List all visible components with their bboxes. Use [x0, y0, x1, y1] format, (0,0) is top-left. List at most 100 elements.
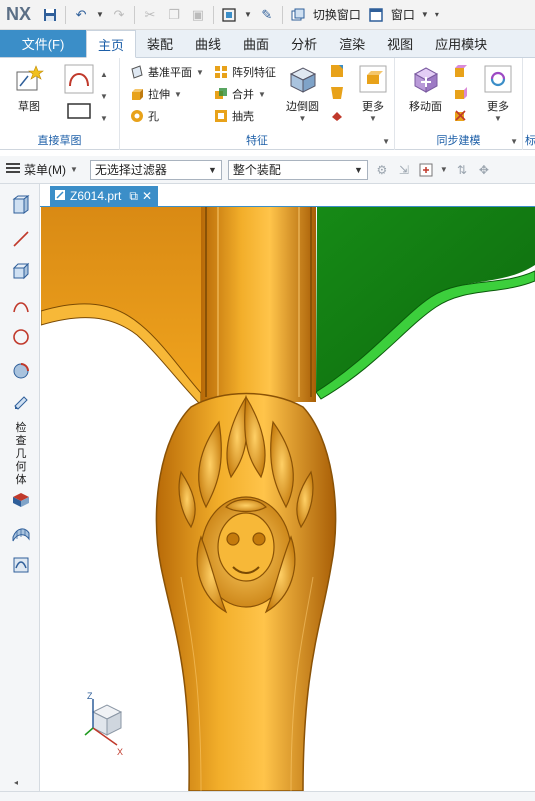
switch-window-icon[interactable] [289, 6, 307, 24]
pattern-feature-icon [214, 65, 228, 79]
resource-bar-collapse-icon[interactable]: ◂ [14, 778, 18, 787]
undo-icon[interactable]: ↶ [72, 6, 90, 24]
edge-blend-dropdown-icon[interactable]: ▼ [299, 114, 307, 123]
menu-button[interactable]: 菜单(M) ▼ [6, 161, 78, 178]
snap-point-icon[interactable]: ⚙ [374, 162, 390, 178]
customize-dropdown-icon[interactable]: ▾ [435, 10, 439, 19]
triad-z-label: Z [87, 691, 93, 701]
sketch-scroll-up-icon[interactable]: ▲ [100, 70, 108, 79]
trim-body-button[interactable] [330, 108, 344, 122]
swept-surface-icon[interactable] [10, 554, 32, 576]
sync-more-dropdown-icon[interactable]: ▼ [494, 114, 502, 123]
delete-face-button[interactable] [453, 108, 467, 122]
chamfer-button[interactable] [330, 64, 344, 78]
sync-group-dropdown-icon[interactable]: ▼ [510, 137, 518, 146]
feature-more-dropdown-icon[interactable]: ▼ [369, 114, 377, 123]
pattern-feature-button[interactable]: 阵列特征 [214, 64, 276, 80]
tab-home[interactable]: 主页 [86, 30, 137, 58]
close-tab-icon[interactable]: ✕ [142, 189, 152, 203]
hole-icon [130, 109, 144, 123]
check-geometry-vertical-label[interactable]: 检查几何体 [14, 422, 28, 487]
trim-body-icon [330, 108, 344, 122]
arc-icon[interactable] [10, 296, 32, 318]
sync-more-button[interactable]: 更多 ▼ [483, 64, 513, 123]
extrude-icon [130, 87, 144, 101]
selection-filter-bar: 菜单(M) ▼ 无选择过滤器 ▼ 整个装配 ▼ ⚙ ⇲ ▼ ⇅ ✥ [0, 156, 535, 184]
toolbar-divider [65, 5, 67, 24]
undo-dropdown-icon[interactable]: ▼ [96, 10, 104, 19]
edge-blend-button[interactable]: 边倒圆 ▼ [286, 64, 319, 123]
type-filter-select[interactable]: 无选择过滤器 ▼ [89, 159, 222, 180]
circle-icon[interactable] [10, 326, 32, 348]
datum-plane-button[interactable]: 基准平面 ▼ [130, 64, 204, 80]
hole-button[interactable]: 孔 [130, 108, 159, 124]
feature-more-button[interactable]: 更多 ▼ [358, 64, 388, 123]
tab-render[interactable]: 渲染 [328, 30, 376, 57]
paste-icon[interactable]: ▣ [189, 6, 207, 24]
tab-assembly[interactable]: 装配 [136, 30, 184, 57]
pull-face-button[interactable] [453, 64, 467, 78]
selection-scope-value: 整个装配 [232, 163, 281, 177]
unite-dropdown-icon[interactable]: ▼ [258, 90, 266, 99]
save-icon[interactable] [41, 6, 59, 24]
filter-options-icon[interactable] [418, 162, 434, 178]
line-icon[interactable] [10, 228, 32, 250]
touch-mode-icon[interactable]: ✎ [258, 6, 276, 24]
view-dropdown-icon[interactable]: ▼ [244, 10, 252, 19]
selection-scope-select[interactable]: 整个装配 ▼ [227, 159, 368, 180]
group-direct-sketch: 草图 ▲ ▼ ▼ 直接草图 [0, 58, 120, 150]
draft-button[interactable] [330, 86, 344, 100]
window-icon[interactable] [367, 6, 385, 24]
unite-label: 合并 [232, 89, 254, 101]
shell-button[interactable]: 抽壳 [214, 108, 254, 124]
sketch-expand-icon[interactable]: ▼ [100, 114, 108, 123]
sketch-button[interactable]: 草图 [14, 64, 44, 114]
view-fit-icon[interactable] [220, 6, 238, 24]
tab-surface[interactable]: 曲面 [232, 30, 280, 57]
offset-region-button[interactable] [453, 86, 467, 100]
extrude-dropdown-icon[interactable]: ▼ [174, 90, 182, 99]
window-menu-button[interactable]: 窗口 [391, 6, 415, 23]
resource-bar: 检查几何体 ◂ [0, 184, 40, 794]
model-render: Z X [41, 207, 535, 791]
unite-button[interactable]: 合并 ▼ [214, 86, 266, 102]
switch-window-button[interactable]: 切换窗口 [313, 6, 361, 23]
datum-plane-dropdown-icon[interactable]: ▼ [196, 68, 204, 77]
tab-curve[interactable]: 曲线 [184, 30, 232, 57]
toolbar-divider [212, 5, 214, 24]
menu-icon [6, 162, 20, 177]
tab-file[interactable]: 文件(F) [0, 30, 86, 57]
part-file-icon [54, 189, 66, 204]
part-navigator-icon[interactable] [10, 194, 32, 216]
graphics-viewport[interactable]: Z X [41, 207, 535, 791]
draft-icon [330, 86, 344, 100]
tab-view[interactable]: 视图 [376, 30, 424, 57]
pull-face-icon [453, 64, 467, 78]
revolve-icon[interactable] [10, 360, 32, 382]
type-filter-dropdown-icon: ▼ [208, 164, 217, 175]
assembly-icon[interactable] [10, 488, 32, 510]
snap-settings-icon[interactable]: ⇅ [454, 162, 470, 178]
surface-mesh-icon[interactable] [10, 522, 32, 544]
feature-group-dropdown-icon[interactable]: ▼ [382, 137, 390, 146]
arc-curve-icon [64, 64, 94, 94]
rectangle-button[interactable] [64, 100, 94, 126]
select-all-icon[interactable]: ⇲ [396, 162, 412, 178]
window-dropdown-icon[interactable]: ▼ [421, 10, 429, 19]
toolbar-divider [281, 5, 283, 24]
edit-feature-icon[interactable] [10, 392, 32, 414]
document-tab[interactable]: Z6014.prt ⧉ ✕ [50, 186, 158, 206]
extrude-button[interactable]: 拉伸 ▼ [130, 86, 182, 102]
block-icon[interactable] [10, 260, 32, 282]
filter-options-dropdown-icon[interactable]: ▼ [440, 165, 448, 174]
move-face-button[interactable]: 移动面 [409, 64, 442, 114]
tab-applications[interactable]: 应用模块 [424, 30, 498, 57]
ribbon-tab-bar: 文件(F) 主页 装配 曲线 曲面 分析 渲染 视图 应用模块 [0, 30, 535, 58]
tab-analysis[interactable]: 分析 [280, 30, 328, 57]
copy-icon[interactable]: ❐ [165, 6, 183, 24]
sketch-dropdown-icon[interactable]: ▼ [100, 92, 108, 101]
selection-intent-icon[interactable]: ✥ [476, 162, 492, 178]
arc-curve-button[interactable] [64, 64, 94, 98]
redo-icon[interactable]: ↷ [110, 6, 128, 24]
cut-icon[interactable]: ✂ [141, 6, 159, 24]
